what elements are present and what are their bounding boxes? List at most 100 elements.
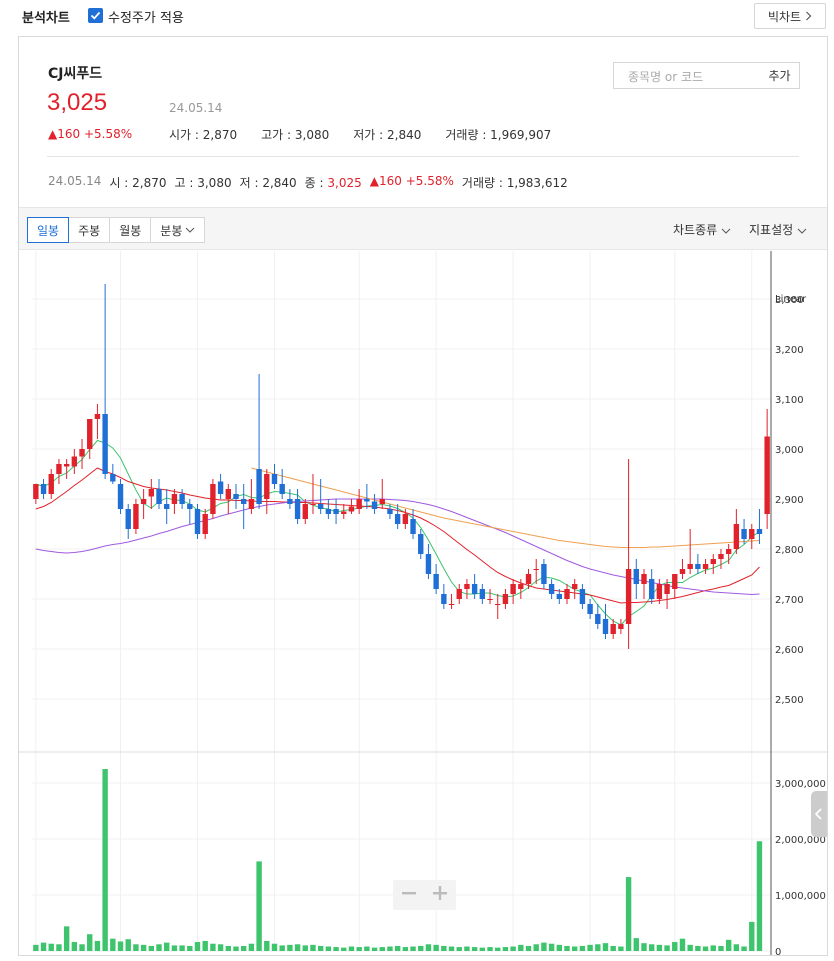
candle [287, 489, 293, 509]
volume-bar [140, 944, 147, 951]
volume-bar [595, 944, 601, 951]
candle-body [556, 594, 563, 599]
chart-type-dropdown[interactable]: 차트종류 [673, 221, 731, 238]
candle-body [233, 494, 239, 499]
candle [572, 579, 578, 599]
candle [79, 439, 85, 469]
volume-bar [564, 945, 570, 951]
tab-weekly[interactable]: 주봉 [68, 217, 111, 243]
candle-body [171, 494, 178, 504]
volume-bar [418, 945, 424, 951]
price-change: ▲160 +5.58% [48, 127, 132, 141]
minus-icon [401, 892, 416, 895]
candle [56, 459, 62, 484]
candle-body [418, 534, 424, 554]
volume-bar [641, 943, 647, 951]
top-bar: 분석차트 수정주가 적용 빅차트 [0, 0, 834, 34]
candle [240, 484, 247, 529]
candle-body [733, 524, 740, 549]
candle-body [79, 449, 85, 457]
candle-body [641, 574, 647, 584]
tab-monthly[interactable]: 월봉 [109, 217, 152, 243]
candle [410, 509, 416, 539]
candle [364, 484, 370, 509]
volume-bar [171, 945, 178, 951]
price-tick-label: 3,200 [775, 345, 804, 356]
low-label: 저가 [353, 128, 376, 142]
volume-bar [148, 945, 155, 951]
candle [125, 504, 131, 539]
volume-bar [94, 940, 101, 951]
candle [140, 489, 147, 519]
candle [641, 569, 647, 599]
volume-bar [425, 944, 432, 951]
volume-bar [156, 944, 162, 951]
candle-body [133, 504, 139, 529]
candle-body [371, 501, 378, 509]
candle [179, 489, 185, 509]
candle-body [210, 484, 216, 514]
candle-body [148, 489, 155, 497]
big-chart-label: 빅차트 [767, 9, 802, 24]
candle-body [456, 589, 462, 599]
chart-area[interactable]: Linear 3,300 3,200 3,100 3,000 2,900 2,800 2,70… [19, 251, 827, 961]
stock-chart[interactable]: Linear3,3003,2003,1003,0002,9002,8002,70… [19, 251, 827, 961]
open-value: 2,870 [202, 128, 238, 142]
volume-bar [410, 946, 416, 951]
stock-search-input[interactable]: 종목명 or 코드 [613, 62, 761, 89]
candle-body [279, 484, 285, 494]
candle [441, 584, 447, 609]
big-chart-button[interactable]: 빅차트 [754, 3, 826, 29]
tab-daily[interactable]: 일봉 [27, 217, 70, 243]
volume-bar [394, 945, 401, 951]
candle-body [510, 584, 516, 594]
candle-body [140, 499, 147, 504]
candle-body [664, 584, 670, 594]
volume-bar [679, 938, 686, 951]
candle [133, 499, 139, 534]
candle-body [248, 499, 255, 509]
volume-bar [725, 939, 732, 951]
candle-body [102, 414, 108, 474]
candle-body [595, 614, 601, 624]
candle [741, 519, 747, 544]
candle-body [410, 519, 416, 534]
zoom-in-button[interactable] [432, 885, 448, 905]
candle [156, 479, 162, 509]
candle [317, 479, 324, 514]
candle [63, 459, 70, 479]
adjusted-price-checkbox[interactable] [88, 8, 103, 23]
change-percent: +5.58% [83, 127, 133, 141]
volume-bar [695, 945, 701, 951]
adjusted-price-label[interactable]: 수정주가 적용 [108, 7, 184, 26]
candle-body [217, 481, 224, 494]
candle [587, 599, 593, 619]
candle [418, 529, 424, 559]
tab-minute[interactable]: 분봉 [150, 217, 206, 243]
candle [194, 504, 201, 539]
volume-bar [656, 944, 663, 951]
volume-bar [187, 945, 193, 951]
volume-tick-label: 1,000,000 [775, 891, 826, 902]
side-panel-toggle[interactable] [811, 791, 827, 837]
summary-change: ▲160 +5.58% [370, 174, 454, 191]
candle-body [125, 509, 131, 529]
candle-body [348, 506, 355, 512]
volume-bar [664, 945, 670, 951]
volume-bar [102, 769, 108, 951]
volume-bar [502, 947, 509, 951]
add-stock-button[interactable]: 추가 [760, 62, 800, 89]
candle [71, 449, 78, 474]
volume-bar [87, 934, 93, 951]
volume-bar [210, 943, 216, 951]
volume-bar [217, 944, 224, 951]
volume-bar [548, 943, 555, 951]
volume-bar [364, 946, 370, 951]
chevron-right-icon [806, 11, 812, 21]
zoom-out-button[interactable] [401, 885, 417, 905]
candle-body [756, 529, 763, 534]
candle-body [579, 589, 586, 604]
candle-body [433, 574, 439, 589]
indicator-settings-dropdown[interactable]: 지표설정 [749, 221, 807, 238]
candle-body [548, 584, 555, 594]
